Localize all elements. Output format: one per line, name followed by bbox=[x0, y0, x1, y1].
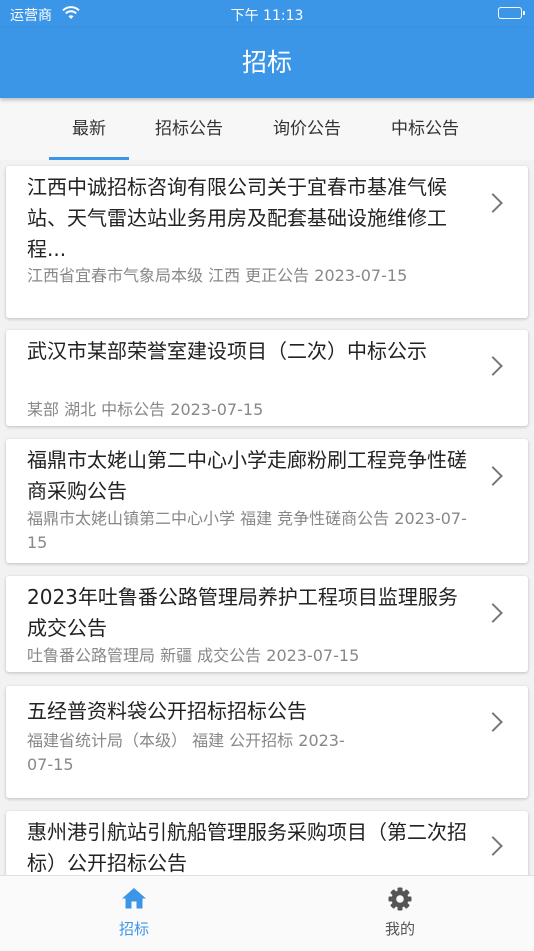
list-item[interactable]: 江西中诚招标咨询有限公司关于宜春市基准气候站、天气雷达站业务用房及配套基础设施维… bbox=[6, 166, 528, 318]
list-item[interactable]: 武汉市某部荣誉室建设项目（二次）中标公示 某部 湖北 中标公告 2023-07-… bbox=[6, 330, 528, 426]
nav-bar: 招标 bbox=[0, 28, 534, 98]
tab-inquiry-notice[interactable]: 询价公告 bbox=[258, 98, 356, 160]
chevron-right-icon bbox=[483, 193, 503, 213]
chevron-right-icon bbox=[483, 356, 503, 376]
chevron-right-icon bbox=[483, 836, 503, 856]
item-title: 五经普资料袋公开招标招标公告 bbox=[27, 699, 307, 723]
list-item[interactable]: 五经普资料袋公开招标招标公告 福建省统计局（本级） 福建 公开招标 2023-0… bbox=[6, 686, 528, 798]
battery-icon bbox=[498, 7, 525, 19]
tab-bar: 最新 招标公告 询价公告 中标公告 bbox=[0, 98, 534, 160]
gear-icon bbox=[388, 887, 412, 911]
status-bar: 运营商 下午 11:13 bbox=[0, 0, 534, 28]
item-meta: 吐鲁番公路管理局 新疆 成交公告 2023-07-15 bbox=[27, 646, 360, 665]
item-meta: 福鼎市太姥山镇第二中心小学 福建 竞争性磋商公告 2023-07-15 bbox=[27, 509, 467, 552]
chevron-right-icon bbox=[483, 712, 503, 732]
list-item[interactable]: 福鼎市太姥山第二中心小学走廊粉刷工程竞争性磋商采购公告 福鼎市太姥山镇第二中心小… bbox=[6, 439, 528, 563]
home-icon bbox=[122, 888, 146, 909]
tab-bidding-notice[interactable]: 招标公告 bbox=[140, 98, 238, 160]
item-meta: 福建省统计局（本级） 福建 公开招标 2023-07-15 bbox=[27, 731, 345, 774]
chevron-right-icon bbox=[483, 603, 503, 623]
tab-latest[interactable]: 最新 bbox=[49, 98, 129, 160]
bottom-nav-mine[interactable]: 我的 bbox=[350, 876, 450, 951]
item-title: 惠州港引航站引航船管理服务采购项目（第二次招标）公开招标公告 bbox=[27, 820, 467, 875]
item-meta: 某部 湖北 中标公告 2023-07-15 bbox=[27, 400, 264, 419]
item-title: 2023年吐鲁番公路管理局养护工程项目监理服务成交公告 bbox=[27, 585, 458, 640]
list-item[interactable]: 惠州港引航站引航船管理服务采购项目（第二次招标）公开招标公告 bbox=[6, 811, 528, 875]
status-time: 下午 11:13 bbox=[230, 8, 304, 24]
item-title: 福鼎市太姥山第二中心小学走廊粉刷工程竞争性磋商采购公告 bbox=[27, 448, 467, 503]
notice-list: 江西中诚招标咨询有限公司关于宜春市基准气候站、天气雷达站业务用房及配套基础设施维… bbox=[0, 160, 534, 875]
bottom-nav: 招标 我的 bbox=[0, 875, 534, 951]
chevron-right-icon bbox=[483, 466, 503, 486]
page-title: 招标 bbox=[241, 48, 292, 77]
tab-award-notice[interactable]: 中标公告 bbox=[376, 98, 474, 160]
item-meta: 江西省宜春市气象局本级 江西 更正公告 2023-07-15 bbox=[27, 266, 408, 285]
bottom-nav-mine-label: 我的 bbox=[384, 920, 415, 938]
item-title: 武汉市某部荣誉室建设项目（二次）中标公示 bbox=[27, 339, 427, 363]
bottom-nav-home[interactable]: 招标 bbox=[84, 876, 184, 951]
list-item[interactable]: 2023年吐鲁番公路管理局养护工程项目监理服务成交公告 吐鲁番公路管理局 新疆 … bbox=[6, 576, 528, 672]
bottom-nav-home-label: 招标 bbox=[118, 920, 149, 938]
item-title: 江西中诚招标咨询有限公司关于宜春市基准气候站、天气雷达站业务用房及配套基础设施维… bbox=[27, 175, 447, 261]
